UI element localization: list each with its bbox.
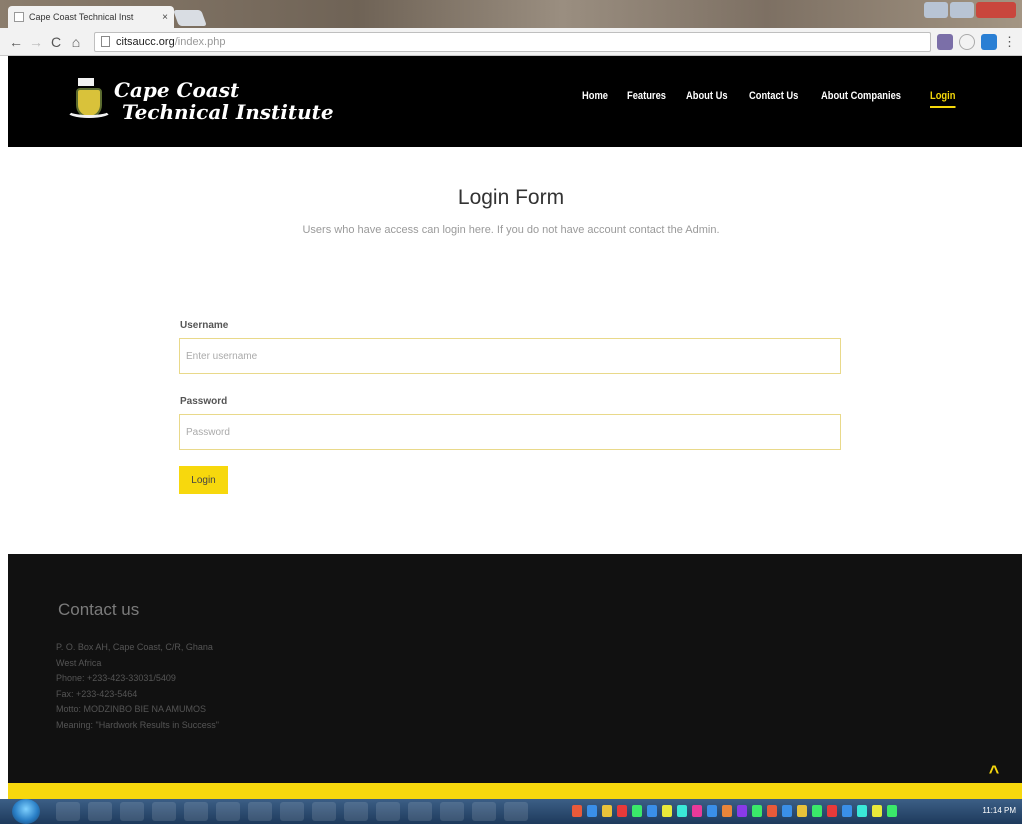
nav-contact-us[interactable]: Contact Us [749, 90, 798, 108]
username-input[interactable] [179, 338, 841, 374]
url-host: citsaucc.org [116, 35, 175, 48]
main-nav: Home Features About Us Contact Us About … [582, 90, 973, 108]
taskbar-app-icon[interactable] [312, 802, 336, 821]
tray-icon[interactable] [827, 805, 837, 817]
tray-icon[interactable] [677, 805, 687, 817]
taskbar-app-icon[interactable] [376, 802, 400, 821]
close-window-button[interactable] [976, 2, 1016, 18]
taskbar-app-icon[interactable] [216, 802, 240, 821]
extension-icon[interactable] [937, 33, 953, 50]
taskbar-app-icon[interactable] [184, 802, 208, 821]
logo-text: Cape Coast Technical Institute [114, 79, 334, 123]
tray-icon[interactable] [617, 805, 627, 817]
page-icon [101, 36, 110, 47]
taskbar-app-icon[interactable] [472, 802, 496, 821]
username-label: Username [180, 320, 229, 331]
browser-tab[interactable]: Cape Coast Technical Inst × [8, 6, 174, 28]
site-header: Cape Coast Technical Institute Home Feat… [8, 56, 1022, 147]
tray-icon[interactable] [707, 805, 717, 817]
browser-tab-strip: Cape Coast Technical Inst × [0, 0, 1022, 28]
page-title: Login Form [457, 186, 565, 209]
taskbar-apps [56, 802, 528, 821]
back-arrow-icon[interactable]: ← [6, 34, 26, 50]
page-icon [14, 12, 24, 22]
login-button[interactable]: Login [179, 466, 228, 494]
tray-icon[interactable] [797, 805, 807, 817]
site-footer: Contact us P. O. Box AH, Cape Coast, C/R… [8, 554, 1022, 783]
tray-icon[interactable] [692, 805, 702, 817]
nav-about-companies[interactable]: About Companies [821, 90, 901, 108]
nav-home[interactable]: Home [582, 90, 608, 108]
maximize-button[interactable] [950, 2, 974, 18]
minimize-button[interactable] [924, 2, 948, 18]
phone-line: Phone: +233-423-33031/5409 [56, 673, 176, 683]
region-line: West Africa [56, 657, 102, 668]
motto-line: Motto: MODZINBO BIE NA AMUMOS [56, 704, 207, 714]
tray-icon[interactable] [872, 805, 882, 817]
browser-toolbar: ← → C ⌂ citsaucc.org /index.php ⋮ [0, 28, 1022, 56]
nav-login[interactable]: Login [929, 90, 955, 108]
tray-icon[interactable] [632, 805, 642, 817]
extension-icon[interactable] [981, 33, 997, 50]
tray-icon[interactable] [767, 805, 777, 817]
home-icon[interactable]: ⌂ [66, 34, 86, 50]
taskbar-app-icon[interactable] [280, 802, 304, 821]
tray-icon[interactable] [647, 805, 657, 817]
tray-icon[interactable] [662, 805, 672, 817]
taskbar-app-icon[interactable] [152, 802, 176, 821]
start-button[interactable] [12, 799, 40, 824]
nav-features[interactable]: Features [627, 90, 666, 108]
logo-line-2: Technical Institute [122, 100, 334, 124]
taskbar-app-icon[interactable] [88, 802, 112, 821]
tray-icon[interactable] [602, 805, 612, 817]
taskbar-clock[interactable]: 11:14 PM [982, 806, 1016, 815]
url-path: /index.php [174, 35, 226, 48]
scroll-to-top-icon[interactable]: ^ [982, 762, 1006, 782]
tray-icon[interactable] [812, 805, 822, 817]
password-input[interactable] [179, 414, 841, 450]
bookmark-star-icon[interactable] [959, 33, 975, 50]
system-tray [572, 805, 897, 817]
taskbar-app-icon[interactable] [248, 802, 272, 821]
forward-arrow-icon[interactable]: → [26, 34, 46, 50]
close-icon[interactable]: × [162, 12, 168, 23]
tray-icon[interactable] [842, 805, 852, 817]
taskbar-app-icon[interactable] [344, 802, 368, 821]
nav-about-us[interactable]: About Us [686, 90, 728, 108]
new-tab-button[interactable] [173, 10, 207, 26]
window-controls [924, 2, 1016, 18]
tray-icon[interactable] [737, 805, 747, 817]
contact-details: P. O. Box AH, Cape Coast, C/R, Ghana Wes… [56, 640, 219, 733]
tray-icon[interactable] [572, 805, 582, 817]
page-subtitle: Users who have access can login here. If… [302, 224, 720, 236]
meaning-line: Meaning: "Hardwork Results in Success" [56, 719, 219, 730]
address-line: P. O. Box AH, Cape Coast, C/R, Ghana [56, 642, 213, 652]
tray-icon[interactable] [782, 805, 792, 817]
address-bar[interactable]: citsaucc.org /index.php [94, 31, 931, 52]
crest-icon [66, 78, 112, 124]
tray-icon[interactable] [752, 805, 762, 817]
taskbar-app-icon[interactable] [408, 802, 432, 821]
site-logo[interactable]: Cape Coast Technical Institute [66, 78, 334, 124]
taskbar-app-icon[interactable] [504, 802, 528, 821]
password-label: Password [180, 396, 228, 407]
tray-icon[interactable] [722, 805, 732, 817]
tray-icon[interactable] [887, 805, 897, 817]
logo-line-1: Cape Coast [114, 78, 240, 102]
footer-title: Contact us [58, 600, 140, 619]
browser-menu-icon[interactable]: ⋮ [1003, 34, 1016, 50]
os-taskbar: 11:14 PM [0, 799, 1022, 824]
tray-icon[interactable] [857, 805, 867, 817]
footer-accent-bar [8, 783, 1022, 799]
tab-title: Cape Coast Technical Inst [29, 12, 134, 22]
reload-icon[interactable]: C [46, 34, 66, 50]
taskbar-app-icon[interactable] [120, 802, 144, 821]
taskbar-app-icon[interactable] [440, 802, 464, 821]
taskbar-app-icon[interactable] [56, 802, 80, 821]
fax-line: Fax: +233-423-5464 [56, 688, 138, 699]
tray-icon[interactable] [587, 805, 597, 817]
